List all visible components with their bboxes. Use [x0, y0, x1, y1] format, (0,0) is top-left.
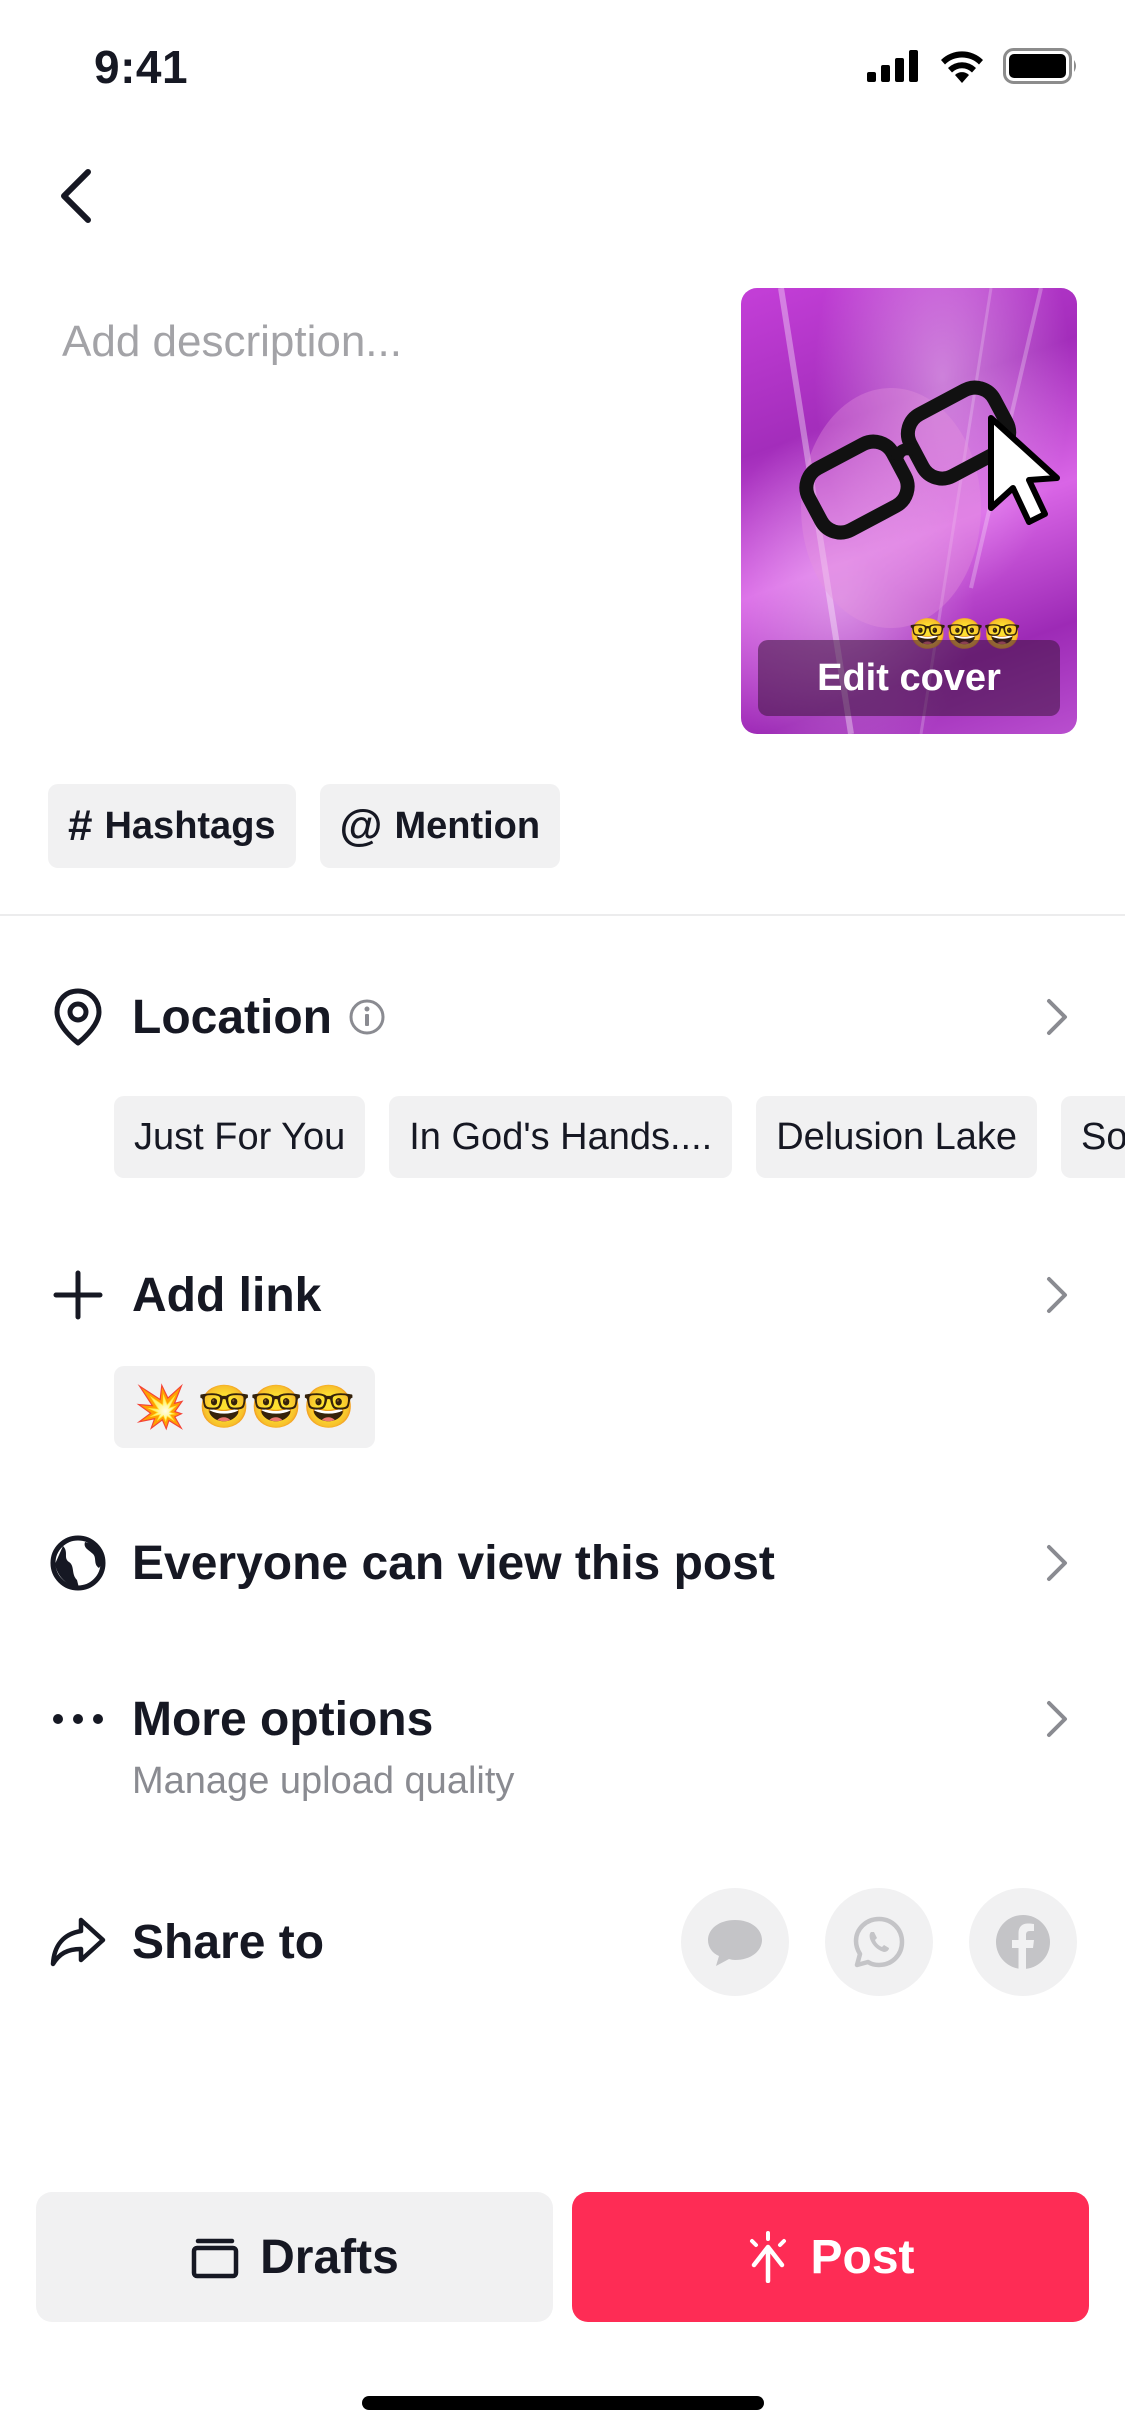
drafts-label: Drafts [260, 2230, 399, 2284]
at-icon: @ [339, 801, 383, 850]
share-targets [681, 1888, 1077, 1996]
share-message-button[interactable] [681, 1888, 789, 1996]
chevron-left-icon [61, 169, 91, 223]
location-row[interactable]: Location [48, 984, 1077, 1050]
chevron-right-icon [1047, 999, 1067, 1035]
globe-icon [48, 1533, 108, 1593]
location-suggestion[interactable]: In God's Hands.... [389, 1096, 733, 1178]
status-icons [867, 48, 1079, 84]
back-button[interactable] [40, 160, 112, 232]
share-row: Share to [48, 1888, 1077, 1996]
privacy-row[interactable]: Everyone can view this post [48, 1530, 1077, 1596]
post-button[interactable]: Post [572, 2192, 1089, 2322]
more-options-label: More options [132, 1692, 434, 1746]
chevron-right-icon [1047, 1277, 1067, 1313]
location-suggestions: Just For You In God's Hands.... Delusion… [114, 1096, 1125, 1178]
cellular-signal-icon [867, 50, 918, 82]
mention-chip[interactable]: @ Mention [319, 784, 561, 868]
hashtags-chip[interactable]: # Hashtags [48, 784, 296, 868]
divider [0, 914, 1125, 916]
more-options-sublabel: Manage upload quality [132, 1760, 515, 1802]
drafts-box-icon [191, 2238, 239, 2279]
privacy-label: Everyone can view this post [132, 1536, 775, 1590]
location-label: Location [132, 990, 332, 1044]
location-suggestion[interactable]: Delusion Lake [756, 1096, 1038, 1178]
post-sparkle-icon [750, 2231, 787, 2283]
whatsapp-icon [853, 1916, 905, 1968]
share-arrow-icon [48, 1912, 108, 1972]
battery-icon [1003, 48, 1076, 84]
hash-icon: # [68, 801, 93, 850]
share-label: Share to [132, 1915, 325, 1969]
more-dots-icon [48, 1689, 108, 1749]
link-chip-emojis: 💥 🤓🤓🤓 [134, 1382, 355, 1430]
post-label: Post [810, 2230, 915, 2284]
more-options-row[interactable]: More options [48, 1686, 1077, 1752]
message-icon [708, 1920, 762, 1966]
chevron-right-icon [1047, 1545, 1067, 1581]
share-facebook-button[interactable] [969, 1888, 1077, 1996]
location-pin-icon [48, 987, 108, 1047]
wifi-icon [941, 51, 983, 83]
plus-icon [48, 1265, 108, 1325]
hashtags-label: Hashtags [104, 804, 276, 847]
home-indicator [362, 2396, 764, 2410]
link-chip[interactable]: 💥 🤓🤓🤓 [114, 1366, 375, 1448]
location-suggestion[interactable]: So [1061, 1096, 1125, 1178]
insert-chips: # Hashtags @ Mention [48, 784, 561, 868]
add-link-label: Add link [132, 1268, 322, 1322]
info-icon[interactable] [348, 998, 386, 1036]
drafts-button[interactable]: Drafts [36, 2192, 553, 2322]
mention-label: Mention [394, 804, 541, 847]
status-time: 9:41 [94, 41, 189, 93]
add-link-row[interactable]: Add link [48, 1262, 1077, 1328]
location-suggestion[interactable]: Just For You [114, 1096, 366, 1178]
chevron-right-icon [1047, 1701, 1067, 1737]
edit-cover-button[interactable]: Edit cover [758, 640, 1060, 716]
cover-preview[interactable]: 🤓🤓🤓 Edit cover [741, 288, 1077, 734]
description-input[interactable] [62, 282, 702, 402]
facebook-icon [996, 1915, 1050, 1969]
share-whatsapp-button[interactable] [825, 1888, 933, 1996]
